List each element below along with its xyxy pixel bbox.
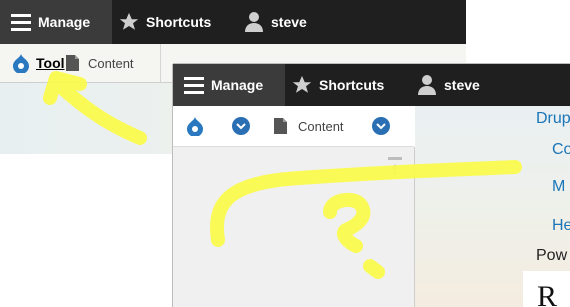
manage-tab[interactable]: Manage: [173, 64, 285, 106]
front-window: Manage Shortcuts steve Content Drup Co M…: [173, 64, 570, 307]
content-item[interactable]: Content: [274, 106, 344, 146]
drupal-icon: [12, 53, 30, 73]
user-tab[interactable]: steve: [416, 64, 480, 106]
user-label: steve: [271, 14, 307, 30]
manage-tab[interactable]: Manage: [0, 0, 112, 44]
manage-label: Manage: [211, 77, 264, 93]
menu-link-1[interactable]: Co: [552, 141, 570, 159]
content-label: Content: [88, 55, 134, 71]
user-icon: [243, 11, 265, 33]
menu-link-3[interactable]: He: [552, 217, 570, 235]
drupal-icon: [186, 116, 204, 136]
tray-divider-icon: [160, 44, 162, 82]
star-icon: [291, 74, 313, 96]
orientation-toggle-icon[interactable]: [387, 157, 403, 182]
site-name-link[interactable]: Drup: [536, 110, 570, 128]
expand-tools-toggle[interactable]: [232, 106, 250, 146]
shortcuts-tab[interactable]: Shortcuts: [291, 64, 384, 106]
document-icon: [274, 118, 287, 134]
page-content: Drup Co M He Pow R: [415, 106, 570, 307]
hamburger-icon: [183, 74, 205, 96]
admin-toolbar: Manage Shortcuts steve: [173, 64, 570, 106]
user-tab[interactable]: steve: [243, 0, 307, 44]
shortcuts-label: Shortcuts: [146, 14, 212, 30]
powered-by-text: Pow: [536, 247, 568, 264]
heading-fragment: R: [537, 280, 558, 307]
manage-label: Manage: [38, 14, 91, 30]
toolbar-tray: Content: [173, 106, 414, 147]
menu-link-2[interactable]: M: [552, 178, 565, 196]
admin-toolbar: Manage Shortcuts steve: [0, 0, 466, 44]
chevron-down-icon: [372, 117, 390, 135]
tools-label: Tool: [36, 55, 65, 71]
content-item[interactable]: Content: [66, 44, 134, 82]
user-label: steve: [444, 77, 480, 93]
document-icon: [66, 55, 79, 71]
drupal-home-item[interactable]: [186, 106, 204, 146]
shortcuts-tab[interactable]: Shortcuts: [118, 0, 211, 44]
tools-item[interactable]: Tool: [12, 44, 65, 82]
user-icon: [416, 74, 438, 96]
content-card: R: [523, 271, 570, 307]
hamburger-icon: [10, 11, 32, 33]
shortcuts-label: Shortcuts: [319, 77, 385, 93]
expand-content-toggle[interactable]: [372, 106, 390, 146]
vertical-tray-panel: [173, 147, 415, 307]
star-icon: [118, 11, 140, 33]
chevron-down-icon: [232, 117, 250, 135]
content-label: Content: [298, 118, 344, 134]
